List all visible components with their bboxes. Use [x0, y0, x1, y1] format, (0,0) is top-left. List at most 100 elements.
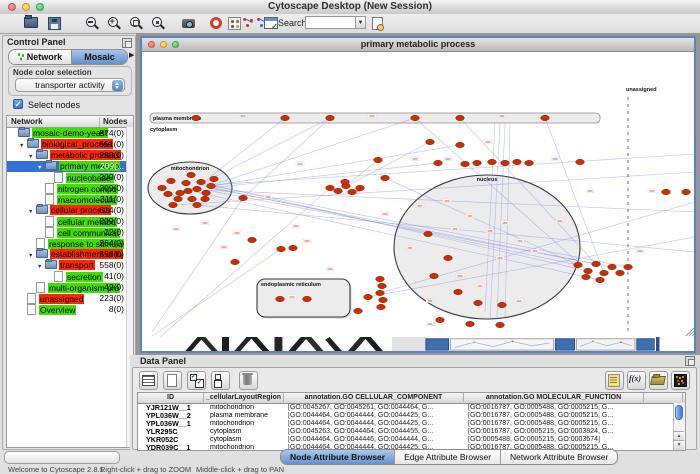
- network-node[interactable]: [356, 185, 365, 190]
- network-node[interactable]: [188, 196, 197, 201]
- network-node[interactable]: [436, 317, 445, 322]
- scrollbar-thumb[interactable]: [675, 405, 683, 420]
- table-row[interactable]: YLR295Ccytoplasm[GO:0045263, GO:0044464,…: [138, 428, 685, 436]
- network-node[interactable]: [326, 115, 335, 120]
- network-node[interactable]: [341, 179, 350, 184]
- network-node[interactable]: [376, 276, 385, 281]
- snapshot-button[interactable]: [180, 15, 197, 31]
- network-node[interactable]: [461, 161, 470, 166]
- annotation-button[interactable]: [605, 371, 624, 390]
- network-node[interactable]: [584, 268, 593, 273]
- help-button[interactable]: [208, 15, 225, 31]
- tab-network[interactable]: Network: [9, 50, 71, 64]
- tree-row[interactable]: secretion41(0): [7, 271, 133, 282]
- network-node[interactable]: [501, 160, 510, 165]
- tree-row[interactable]: ▼transport558(0): [7, 260, 133, 271]
- network-node[interactable]: [193, 186, 202, 191]
- search-input[interactable]: [305, 16, 359, 29]
- zoom-fit-button[interactable]: [150, 15, 167, 31]
- network-node[interactable]: [541, 115, 550, 120]
- tree-row[interactable]: ▼primary metabo209(...: [7, 161, 133, 172]
- network-node[interactable]: [496, 322, 505, 327]
- network-node[interactable]: [596, 277, 605, 282]
- network-node[interactable]: [379, 297, 388, 302]
- network-node[interactable]: [202, 190, 211, 195]
- network-node[interactable]: [201, 196, 210, 201]
- function-builder-button[interactable]: f(x): [627, 371, 646, 390]
- column-header[interactable]: _cellularLayoutRegion: [204, 393, 284, 402]
- advanced-search-button[interactable]: [370, 15, 387, 31]
- network-node[interactable]: [197, 179, 206, 184]
- float-panel-icon[interactable]: [122, 38, 132, 48]
- tree-row[interactable]: ▼metabolic process280(0): [7, 150, 133, 161]
- network-node[interactable]: [608, 264, 617, 269]
- network-node[interactable]: [192, 115, 201, 120]
- network-node[interactable]: [378, 283, 387, 288]
- network-node[interactable]: [513, 159, 522, 164]
- save-button[interactable]: [46, 15, 63, 31]
- tab-edge-attribute-browser[interactable]: Edge Attribute Browser: [394, 450, 500, 464]
- network-node[interactable]: [354, 308, 363, 313]
- unselect-attributes-button[interactable]: [211, 371, 230, 390]
- tree-column-network[interactable]: Network: [11, 117, 43, 126]
- delete-attribute-button[interactable]: [239, 371, 258, 390]
- network-canvas[interactable]: plasma membranecytoplasmmitochondrionnuc…: [142, 51, 694, 337]
- search-dropdown-arrow-icon[interactable]: ▼: [355, 16, 366, 29]
- network-node[interactable]: [574, 262, 583, 267]
- network-node[interactable]: [193, 202, 202, 207]
- column-header[interactable]: ID: [138, 393, 204, 402]
- network-node[interactable]: [424, 231, 433, 236]
- network-node[interactable]: [456, 115, 465, 120]
- node-color-dropdown[interactable]: transporter activity: [15, 78, 125, 92]
- network-node[interactable]: [576, 159, 585, 164]
- float-data-panel-icon[interactable]: [685, 356, 695, 366]
- network-node[interactable]: [277, 246, 286, 251]
- tree-row[interactable]: mosaic-demo-yeast874(0): [7, 128, 133, 139]
- network-node[interactable]: [334, 188, 343, 193]
- network-node[interactable]: [169, 202, 178, 207]
- network-node[interactable]: [381, 175, 390, 180]
- network-node[interactable]: [276, 296, 285, 301]
- filter-grid-button[interactable]: [262, 15, 279, 31]
- network-node[interactable]: [592, 261, 601, 266]
- tab-node-attribute-browser[interactable]: Node Attribute Browser: [281, 450, 394, 464]
- network-node[interactable]: [176, 190, 185, 195]
- tree-row[interactable]: response to stimulu264(0): [7, 238, 133, 249]
- network-node[interactable]: [184, 188, 193, 193]
- zoom-selected-button[interactable]: [128, 15, 145, 31]
- attribute-grid-button[interactable]: [139, 371, 158, 390]
- network-node[interactable]: [207, 183, 216, 188]
- tree-column-nodes[interactable]: Nodes: [99, 117, 127, 127]
- tab-mosaic[interactable]: Mosaic: [71, 50, 127, 64]
- network-node[interactable]: [525, 160, 534, 165]
- table-row[interactable]: YPL036W__2plasma membrane[GO:0044464, GO…: [138, 412, 685, 420]
- network-node[interactable]: [498, 302, 507, 307]
- network-node[interactable]: [348, 189, 357, 194]
- network-node[interactable]: [326, 185, 335, 190]
- window-titlebar[interactable]: Cytoscape Desktop (New Session): [0, 0, 700, 15]
- network-node[interactable]: [374, 157, 383, 162]
- network-node[interactable]: [303, 296, 312, 301]
- tree-row[interactable]: nitrogen compo209(0): [7, 183, 133, 194]
- network-node[interactable]: [616, 270, 625, 275]
- tree-row[interactable]: ▼establishment of lo558(0): [7, 249, 133, 260]
- network-node[interactable]: [174, 196, 183, 201]
- network-node[interactable]: [281, 115, 290, 120]
- network-node[interactable]: [182, 180, 191, 185]
- zoom-in-button[interactable]: [106, 15, 123, 31]
- table-vertical-scrollbar[interactable]: ▲ ▼: [673, 403, 685, 450]
- network-node[interactable]: [600, 270, 609, 275]
- network-node[interactable]: [239, 195, 248, 200]
- column-header[interactable]: annotation.GO CELLULAR_COMPONENT: [284, 393, 464, 402]
- tree-row[interactable]: macromolecule311(0): [7, 194, 133, 205]
- open-file-button[interactable]: [22, 15, 39, 31]
- network-node[interactable]: [430, 273, 439, 278]
- network-node[interactable]: [426, 139, 435, 144]
- tree-row[interactable]: cellular metabo209(0): [7, 216, 133, 227]
- network-node[interactable]: [377, 304, 386, 309]
- network-node[interactable]: [187, 172, 196, 177]
- column-header[interactable]: [644, 393, 683, 402]
- network-node[interactable]: [474, 300, 483, 305]
- tree-row[interactable]: ▼cellular process614(0): [7, 205, 133, 216]
- network-node[interactable]: [624, 264, 633, 269]
